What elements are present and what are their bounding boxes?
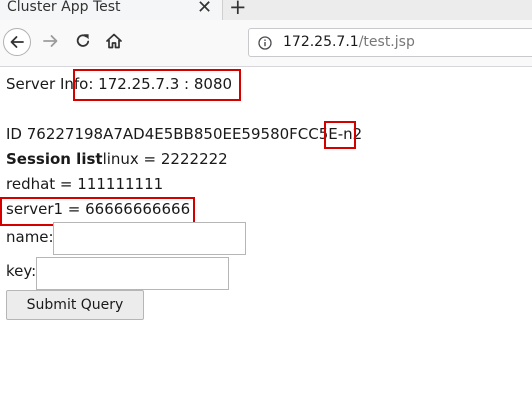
submit-query-button[interactable]: Submit Query <box>6 290 144 320</box>
highlight-box-server-info <box>73 69 241 101</box>
reload-icon[interactable] <box>74 32 92 50</box>
arrow-right-icon[interactable] <box>42 32 60 50</box>
url-text[interactable]: 172.25.7.1/test.jsp <box>283 34 415 50</box>
url-host: 172.25.7.1 <box>283 34 359 50</box>
active-tab[interactable]: Cluster App Test ✕ <box>0 0 223 20</box>
tab-title: Cluster App Test <box>7 0 121 15</box>
session-id-text: ID 76227198A7AD4E5BB850EE59580FCC5E-n2 <box>6 125 363 143</box>
tab-close-icon[interactable]: ✕ <box>197 0 212 18</box>
arrow-left-icon <box>10 36 24 48</box>
highlight-box-node-id <box>324 121 356 149</box>
session-item: linux = 2222222 <box>102 150 228 168</box>
new-tab-button[interactable]: + <box>229 0 247 19</box>
navigation-toolbar: 172.25.7.1/test.jsp <box>0 20 532 67</box>
tab-strip: Cluster App Test ✕ + <box>0 0 532 20</box>
key-label: key: <box>6 262 37 280</box>
name-field[interactable] <box>53 222 246 255</box>
key-field[interactable] <box>36 257 229 290</box>
session-item: redhat = 111111111 <box>6 175 164 193</box>
home-icon[interactable] <box>105 32 123 50</box>
session-list-line: Session listlinux = 2222222 <box>6 147 228 172</box>
name-label: name: <box>6 228 54 246</box>
url-path: /test.jsp <box>358 34 415 50</box>
url-bar[interactable]: 172.25.7.1/test.jsp <box>248 28 532 57</box>
session-list-label: Session list <box>6 150 103 168</box>
info-icon[interactable] <box>258 36 272 50</box>
back-button[interactable] <box>3 28 31 56</box>
